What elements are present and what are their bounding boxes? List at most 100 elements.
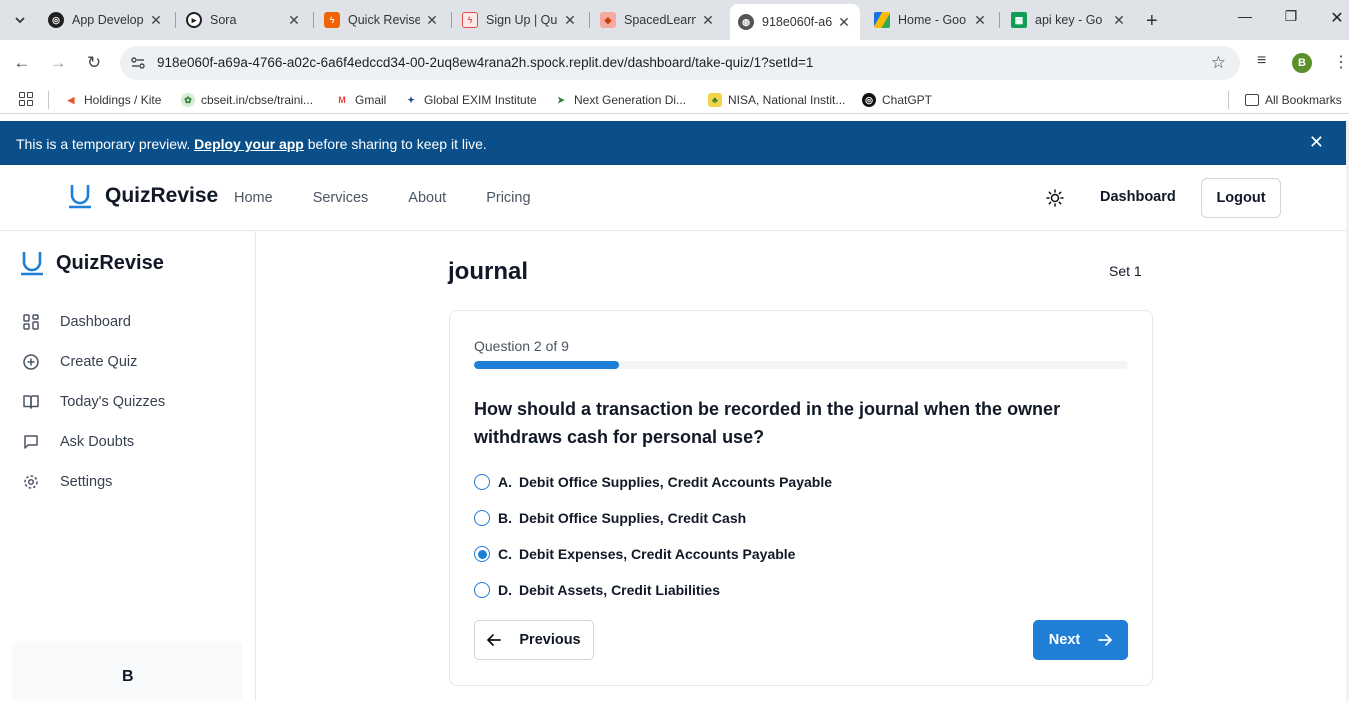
browser-tab[interactable]: Home - Goo ✕ <box>866 6 996 34</box>
option-letter: C. <box>498 546 512 562</box>
radio-button[interactable] <box>474 582 490 598</box>
answer-option-a[interactable]: A. Debit Office Supplies, Credit Account… <box>474 472 832 492</box>
close-tab-icon[interactable]: ✕ <box>1111 12 1127 29</box>
user-initial: B <box>122 668 134 685</box>
nav-pricing[interactable]: Pricing <box>486 190 530 206</box>
plus-circle-icon <box>23 354 39 370</box>
apps-grid-icon[interactable] <box>19 92 33 106</box>
bookmark-item[interactable]: ✦ Global EXIM Institute <box>404 90 537 110</box>
answer-option-b[interactable]: B. Debit Office Supplies, Credit Cash <box>474 508 746 528</box>
close-tab-icon[interactable]: ✕ <box>148 12 164 29</box>
site-info-icon[interactable] <box>130 55 146 71</box>
sidebar-item-dashboard[interactable]: Dashboard <box>22 310 242 334</box>
radio-button[interactable] <box>474 510 490 526</box>
bookmark-separator <box>1228 91 1229 109</box>
quizrevise-logo-icon <box>69 185 91 209</box>
tab-separator <box>589 12 590 28</box>
bookmark-label: cbseit.in/cbse/traini... <box>201 93 314 107</box>
browser-tab[interactable]: ϟ Quick Revise ✕ <box>316 6 448 34</box>
next-button[interactable]: Next <box>1033 620 1128 660</box>
more-menu-icon[interactable]: ⋮ <box>1333 52 1349 72</box>
bookmark-item[interactable]: M Gmail <box>335 90 386 110</box>
browser-tab[interactable]: ϟ Sign Up | Qu ✕ <box>454 6 586 34</box>
answer-option-c[interactable]: C. Debit Expenses, Credit Accounts Payab… <box>474 544 795 564</box>
close-tab-icon[interactable]: ✕ <box>286 12 302 29</box>
bookmark-item[interactable]: ♣ NISA, National Instit... <box>708 90 845 110</box>
nav-home[interactable]: Home <box>234 190 273 206</box>
close-tab-icon[interactable]: ✕ <box>700 12 716 29</box>
radio-button[interactable] <box>474 474 490 490</box>
sun-icon[interactable] <box>1044 187 1066 209</box>
browser-tab[interactable]: ▦ api key - Go ✕ <box>1003 6 1135 34</box>
profile-avatar[interactable]: B <box>1292 53 1312 73</box>
arrow-left-icon <box>487 634 502 646</box>
address-bar[interactable]: 918e060f-a69a-4766-a02c-6a6f4edccd34-00-… <box>120 46 1240 80</box>
all-bookmarks-button[interactable]: All Bookmarks <box>1245 90 1342 110</box>
answer-option-d[interactable]: D. Debit Assets, Credit Liabilities <box>474 580 720 600</box>
set-label: Set 1 <box>1109 263 1142 279</box>
previous-label: Previous <box>519 632 581 648</box>
browser-tab-active[interactable]: ◍ 918e060f-a6 ✕ <box>730 4 860 40</box>
tab-separator <box>451 12 452 28</box>
reload-icon[interactable]: ↻ <box>83 52 105 74</box>
nav-about[interactable]: About <box>408 190 446 206</box>
sidebar-item-ask-doubts[interactable]: Ask Doubts <box>22 430 242 454</box>
bolt-favicon-icon: ϟ <box>324 12 340 28</box>
sidebar-brand[interactable]: QuizRevise <box>20 250 164 276</box>
previous-button[interactable]: Previous <box>474 620 594 660</box>
browser-toolbar: ← → ↻ 918e060f-a69a-4766-a02c-6a6f4edccd… <box>0 40 1349 86</box>
sora-favicon-icon: ▸ <box>186 12 202 28</box>
globe-favicon-icon: ◍ <box>738 14 754 30</box>
url-text[interactable]: 918e060f-a69a-4766-a02c-6a6f4edccd34-00-… <box>157 55 813 70</box>
new-tab-icon[interactable]: + <box>1146 10 1158 33</box>
close-tab-icon[interactable]: ✕ <box>972 12 988 29</box>
browser-tab[interactable]: ◎ App Develop ✕ <box>40 6 172 34</box>
option-letter: D. <box>498 582 512 598</box>
tab-search-icon[interactable] <box>8 8 32 32</box>
deploy-app-link[interactable]: Deploy your app <box>194 136 304 152</box>
sidebar-item-settings[interactable]: Settings <box>22 470 242 494</box>
media-control-icon[interactable]: ≡ <box>1257 52 1266 70</box>
grid-icon <box>23 314 39 330</box>
bookmark-item[interactable]: ◎ ChatGPT <box>862 90 932 110</box>
close-window-icon[interactable]: ✕ <box>1325 8 1349 28</box>
user-card[interactable]: B <box>12 641 243 701</box>
minimize-icon[interactable]: — <box>1233 8 1257 24</box>
close-tab-icon[interactable]: ✕ <box>836 14 852 31</box>
browser-tab[interactable]: ▸ Sora ✕ <box>178 6 310 34</box>
banner-suffix: before sharing to keep it live. <box>303 136 487 152</box>
question-progress-text: Question 2 of 9 <box>474 338 569 354</box>
gear-icon <box>24 475 38 489</box>
banner-text: This is a temporary preview. Deploy your… <box>16 136 487 152</box>
signup-favicon-icon: ϟ <box>462 12 478 28</box>
close-tab-icon[interactable]: ✕ <box>424 12 440 29</box>
logout-button[interactable]: Logout <box>1201 178 1281 218</box>
message-square-icon <box>24 435 38 449</box>
gmail-icon: M <box>338 95 346 105</box>
header-brand-name: QuizRevise <box>105 184 219 207</box>
bookmark-label: Gmail <box>355 93 387 107</box>
nisa-icon: ♣ <box>708 93 722 107</box>
bookmark-separator <box>48 91 49 109</box>
radio-button[interactable] <box>474 546 490 562</box>
header-dashboard-link[interactable]: Dashboard <box>1100 189 1176 205</box>
close-banner-icon[interactable]: ✕ <box>1309 132 1324 153</box>
sidebar-item-todays-quizzes[interactable]: Today's Quizzes <box>22 390 242 414</box>
banner-prefix: This is a temporary preview. <box>16 136 195 152</box>
bookmark-item[interactable]: ➤ Next Generation Di... <box>554 90 686 110</box>
close-tab-icon[interactable]: ✕ <box>562 12 578 29</box>
back-icon[interactable]: ← <box>11 52 33 74</box>
forward-icon[interactable]: → <box>47 52 69 74</box>
kite-icon: ◀ <box>67 94 75 105</box>
sidebar-item-create-quiz[interactable]: Create Quiz <box>22 350 242 374</box>
sidebar-brand-name: QuizRevise <box>56 251 164 274</box>
nav-services[interactable]: Services <box>313 190 369 206</box>
browser-tab[interactable]: ◆ SpacedLearn ✕ <box>592 6 724 34</box>
option-text: Debit Office Supplies, Credit Accounts P… <box>519 474 832 490</box>
bookmark-item[interactable]: ✿ cbseit.in/cbse/traini... <box>181 90 313 110</box>
header-brand[interactable]: QuizRevise <box>68 183 218 209</box>
bookmark-item[interactable]: ◀ Holdings / Kite <box>64 90 162 110</box>
bookmark-star-icon[interactable]: ☆ <box>1211 53 1226 73</box>
chatgpt-icon: ◎ <box>862 93 876 107</box>
restore-icon[interactable]: ❐ <box>1279 8 1303 25</box>
